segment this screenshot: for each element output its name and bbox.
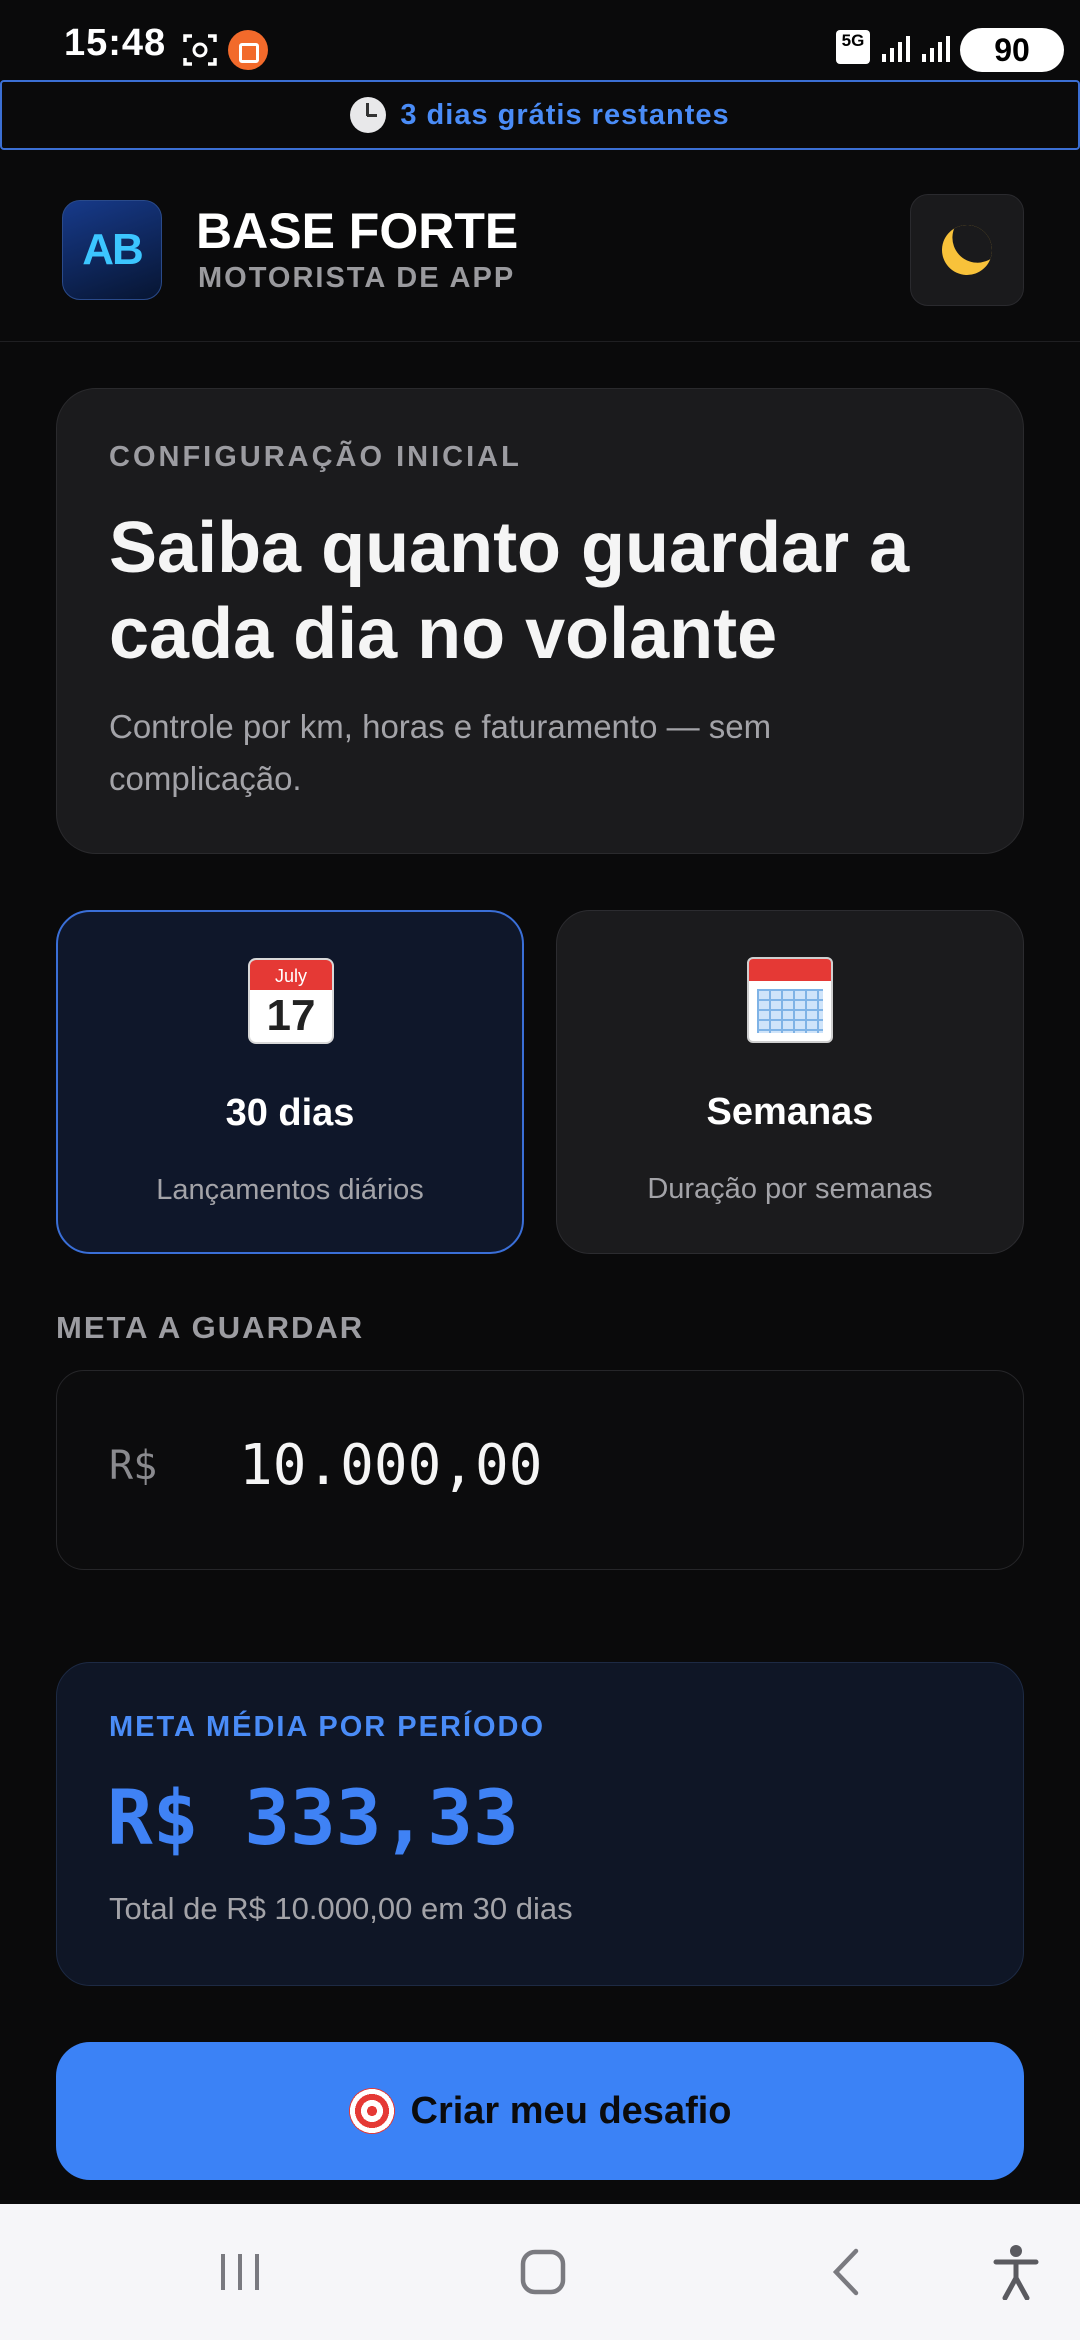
home-icon <box>520 2249 566 2295</box>
goal-amount-input[interactable]: R$ 10.000,00 <box>56 1370 1024 1570</box>
theme-toggle-button[interactable] <box>910 194 1024 306</box>
summary-label: META MÉDIA POR PERÍODO <box>109 1711 546 1743</box>
goal-label: META A GUARDAR <box>56 1310 365 1345</box>
cta-label: Criar meu desafio <box>410 2089 732 2132</box>
home-button[interactable] <box>503 2234 583 2310</box>
moon-icon <box>934 217 1000 283</box>
app-header: AB BASE FORTE MOTORISTA DE APP <box>0 150 1080 342</box>
create-challenge-button[interactable]: Criar meu desafio <box>56 2042 1024 2180</box>
brand-title: BASE FORTE <box>196 203 519 259</box>
recents-icon <box>221 2254 259 2290</box>
calendar-day-icon: July 17 <box>248 958 334 1044</box>
summary-note: Total de R$ 10.000,00 em 30 dias <box>109 1891 573 1926</box>
summary-card: META MÉDIA POR PERÍODO R$ 333,33 Total d… <box>56 1662 1024 1986</box>
status-bar: 15:48 5G 90 <box>0 0 1080 80</box>
accessibility-button[interactable] <box>976 2234 1056 2310</box>
summary-amount: R$ 333,33 <box>107 1773 519 1862</box>
trial-banner[interactable]: 3 dias grátis restantes <box>0 80 1080 150</box>
system-nav-bar <box>0 2204 1080 2340</box>
currency-prefix: R$ <box>109 1443 158 1489</box>
battery-indicator: 90 <box>960 28 1064 72</box>
network-type-icon: 5G <box>836 30 870 64</box>
screenshot-icon <box>183 34 217 66</box>
intro-eyebrow: CONFIGURAÇÃO INICIAL <box>109 441 522 473</box>
intro-headline: Saiba quanto guardar a cada dia no volan… <box>109 508 910 674</box>
mode-option-weeks[interactable]: Semanas Duração por semanas <box>556 910 1024 1254</box>
clock-icon <box>350 97 387 133</box>
mode-title: 30 dias <box>225 1092 355 1134</box>
spiral-calendar-icon <box>747 957 833 1043</box>
mode-title: Semanas <box>706 1091 874 1133</box>
back-icon <box>832 2248 859 2296</box>
recents-button[interactable] <box>200 2234 280 2310</box>
status-time: 15:48 <box>64 22 167 64</box>
app-logo: AB <box>62 200 162 300</box>
accessibility-icon <box>993 2245 1039 2300</box>
signal-icon-2 <box>922 36 950 62</box>
logo-text: AB <box>82 225 144 274</box>
brand-subtitle: MOTORISTA DE APP <box>198 262 516 294</box>
intro-card: CONFIGURAÇÃO INICIAL Saiba quanto guarda… <box>56 388 1024 854</box>
mode-subtitle: Duração por semanas <box>647 1173 933 1205</box>
goal-amount-value[interactable]: 10.000,00 <box>239 1433 542 1498</box>
calendar-month: July <box>250 960 332 990</box>
trial-text: 3 dias grátis restantes <box>400 98 730 131</box>
calendar-day: 17 <box>266 991 316 1040</box>
intro-description: Controle por km, horas e faturamento — s… <box>109 708 772 797</box>
signal-icon <box>882 36 910 62</box>
back-button[interactable] <box>806 2234 886 2310</box>
screen-record-icon <box>228 30 268 70</box>
mode-option-days[interactable]: July 17 30 dias Lançamentos diários <box>56 910 524 1254</box>
target-icon <box>348 2088 395 2134</box>
mode-subtitle: Lançamentos diários <box>156 1174 424 1206</box>
